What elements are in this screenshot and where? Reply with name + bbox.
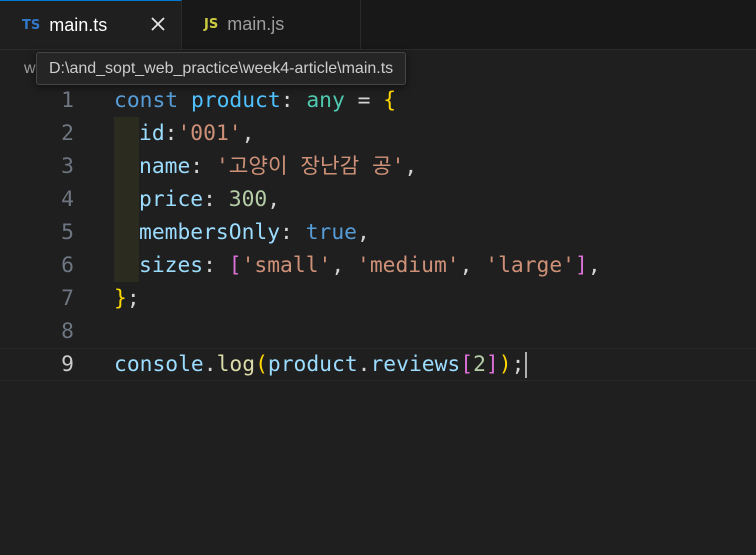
code-line[interactable]: 6 sizes: ['small', 'medium', 'large'], — [0, 249, 756, 282]
code-token: , — [357, 220, 370, 245]
code-token: 'large' — [485, 253, 576, 278]
code-token: product — [190, 88, 281, 113]
code-token: true — [305, 220, 357, 245]
code-line[interactable]: 9 console.log(product.reviews[2]); — [0, 348, 756, 381]
ts-file-icon: TS — [22, 17, 41, 33]
line-number: 5 — [61, 220, 74, 245]
code-token: any — [306, 88, 345, 113]
code-token: 2 — [473, 352, 486, 377]
code-token: , — [587, 253, 601, 278]
code-text: console.log(product.reviews[2]); — [114, 349, 528, 380]
indent-guide — [114, 216, 139, 249]
code-token: : — [190, 154, 216, 179]
code-text: price: 300, — [139, 183, 280, 216]
indent-guide — [114, 249, 139, 282]
file-path-tooltip: D:\and_sopt_web_practice\week4-article\m… — [36, 52, 407, 85]
code-line[interactable]: 5 membersOnly: true, — [0, 216, 756, 249]
code-token: const — [114, 88, 191, 113]
code-token: [ — [228, 253, 242, 278]
code-token: : — [203, 187, 229, 212]
code-token: console — [114, 352, 204, 377]
code-text: }; — [114, 282, 140, 315]
line-number: 9 — [61, 352, 74, 377]
code-token: : — [280, 220, 306, 245]
code-token: , — [331, 253, 358, 278]
code-token: id — [139, 121, 165, 146]
code-token: ] — [575, 253, 588, 278]
code-line[interactable]: 8 — [0, 315, 756, 348]
close-icon[interactable] — [147, 13, 169, 35]
code-text: sizes: ['small', 'medium', 'large'], — [139, 249, 601, 282]
code-token: '001' — [177, 121, 242, 146]
code-token: , — [241, 121, 255, 146]
code-line[interactable]: 3 name: '고양이 장난감 공', — [0, 150, 756, 183]
code-text: const product: any = { — [114, 84, 396, 117]
code-token: name — [139, 154, 191, 179]
code-token: ( — [255, 352, 268, 377]
code-token: : — [280, 88, 307, 113]
code-token: : — [203, 253, 229, 278]
code-token: ] — [485, 352, 499, 377]
code-token: 300 — [228, 187, 268, 212]
line-number: 1 — [61, 88, 74, 113]
tab-bar: TS main.ts JS main.js — [0, 0, 756, 50]
code-token: sizes — [139, 253, 204, 278]
code-line[interactable]: 2 id:'001', — [0, 117, 756, 150]
code-token: ) — [498, 352, 512, 377]
editor-window: TS main.ts JS main.js w D:\and_sopt_web_… — [0, 0, 756, 555]
breadcrumb-item[interactable]: w — [24, 60, 36, 78]
code-token: , — [267, 187, 281, 212]
indent-guide — [114, 150, 139, 183]
code-text: id:'001', — [139, 117, 254, 150]
code-token: 'medium' — [357, 253, 460, 278]
code-token: ; — [126, 286, 140, 311]
code-text: membersOnly: true, — [139, 216, 370, 249]
code-token: 'small' — [241, 253, 332, 278]
code-token: ; — [511, 352, 525, 377]
code-token: [ — [460, 352, 474, 377]
code-text: name: '고양이 장난감 공', — [139, 150, 417, 183]
code-token: membersOnly — [139, 220, 281, 245]
tab-main-js[interactable]: JS main.js — [183, 0, 361, 49]
code-line[interactable]: 1 const product: any = { — [0, 84, 756, 117]
code-token: { — [383, 88, 397, 113]
code-line[interactable]: 7}; — [0, 282, 756, 315]
code-token: , — [404, 154, 418, 179]
line-number: 3 — [61, 154, 74, 179]
line-number: 8 — [61, 319, 74, 344]
tab-label: main.js — [227, 14, 285, 34]
code-token: price — [139, 187, 204, 212]
code-line[interactable]: 4 price: 300, — [0, 183, 756, 216]
code-token: , — [459, 253, 486, 278]
line-number: 6 — [61, 253, 74, 278]
line-number: 2 — [61, 121, 74, 146]
code-token: . — [357, 352, 371, 377]
tooltip-text: D:\and_sopt_web_practice\week4-article\m… — [49, 59, 394, 77]
code-token: '고양이 장난감 공' — [215, 154, 405, 179]
code-token: . — [203, 352, 217, 377]
code-editor[interactable]: 1 const product: any = {2 id:'001', 3 name: … — [0, 83, 756, 555]
line-number: 7 — [61, 286, 74, 311]
code-token: } — [114, 286, 127, 311]
code-token: reviews — [370, 352, 461, 377]
code-token: : — [164, 121, 178, 146]
tab-label: main.ts — [49, 14, 108, 35]
code-token: product — [267, 352, 358, 377]
line-number: 4 — [61, 187, 74, 212]
indent-guide — [114, 183, 139, 216]
tab-main-ts[interactable]: TS main.ts — [0, 0, 182, 49]
js-file-icon: JS — [204, 17, 219, 32]
code-token: = — [344, 88, 384, 113]
code-token: log — [216, 352, 256, 377]
text-cursor — [525, 352, 528, 378]
indent-guide — [114, 117, 139, 150]
